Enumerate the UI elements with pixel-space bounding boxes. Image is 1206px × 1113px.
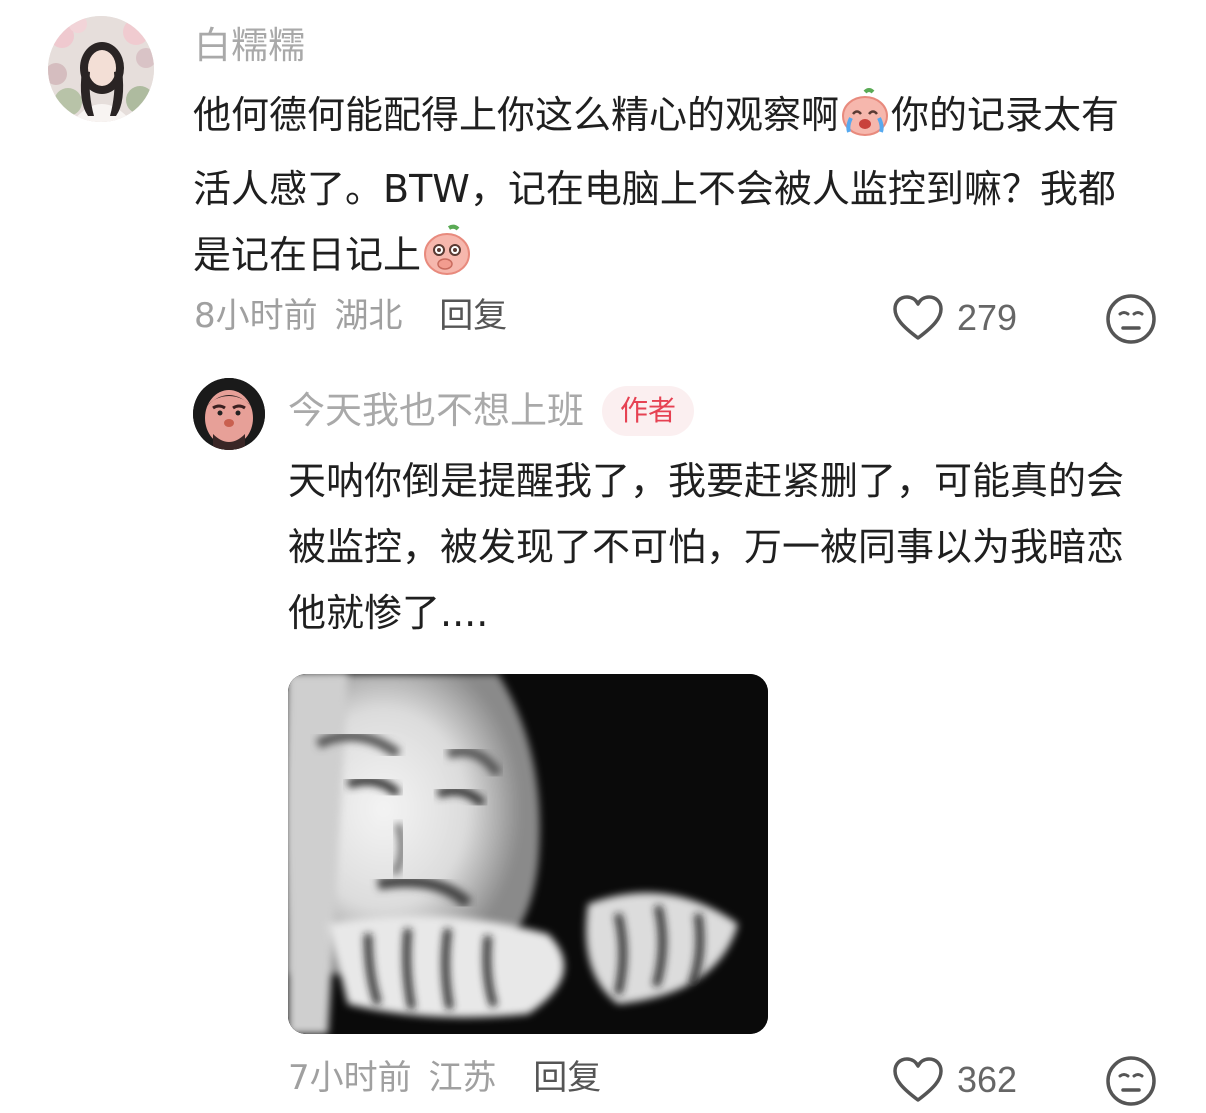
heart-icon: [893, 295, 943, 340]
meh-face-icon: [1106, 294, 1156, 344]
comment-meta: 8小时前 湖北 回复: [194, 294, 507, 338]
comment-like-button[interactable]: 279: [892, 292, 1042, 344]
reply-meta: 7小时前 江苏 回复: [288, 1056, 601, 1100]
avatar-image: [48, 16, 154, 122]
reply-username[interactable]: 今天我也不想上班: [288, 389, 584, 433]
shy-peach-emoji: [421, 224, 473, 296]
reply-reply-button[interactable]: 回复: [533, 1058, 601, 1098]
author-badge: 作者: [602, 386, 695, 436]
reply-text: 天呐你倒是提醒我了，我要赶紧删了，可能真的会被监控，被发现了不可怕，万一被同事以…: [288, 459, 1125, 635]
reply-dislike-button[interactable]: [1104, 1054, 1158, 1108]
heart-icon: [893, 1057, 943, 1102]
comment-username[interactable]: 白糯糯: [194, 24, 305, 68]
meh-face-icon: [1106, 1056, 1156, 1106]
reply-meme-image[interactable]: [288, 674, 768, 1034]
comment-location: 湖北: [334, 296, 403, 336]
reply-like-count: 362: [957, 1059, 1018, 1100]
reply-avatar-image: [193, 378, 265, 450]
reply-time: 7小时前: [288, 1058, 412, 1098]
comment-text-part1: 他何德何能配得上你这么精心的观察啊: [193, 93, 840, 137]
avatar[interactable]: [48, 16, 154, 122]
meme-image: [288, 674, 768, 1034]
comment-time: 8小时前: [194, 296, 318, 336]
comment-dislike-button[interactable]: [1104, 292, 1158, 346]
comment-text: 他何德何能配得上你这么精心的观察啊 你的记录太有活人感了。BTW，记在电脑上不会…: [193, 82, 1133, 296]
reply-header: 今天我也不想上班 作者: [288, 386, 695, 436]
reply-location: 江苏: [428, 1058, 497, 1098]
reply-avatar[interactable]: [193, 378, 265, 450]
comment-reply-button[interactable]: 回复: [439, 296, 507, 336]
comment-like-count: 279: [957, 297, 1018, 338]
reply-like-button[interactable]: 362: [892, 1054, 1042, 1106]
crying-laugh-peach-emoji: [839, 88, 891, 156]
